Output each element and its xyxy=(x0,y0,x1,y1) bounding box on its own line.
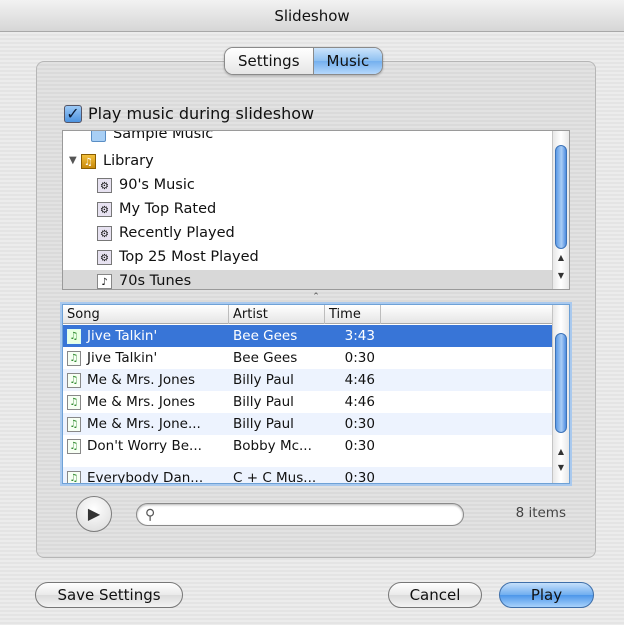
song-artist: Bobby Mc... xyxy=(233,438,312,454)
source-item-label: Top 25 Most Played xyxy=(119,249,259,265)
scroll-down-arrow-icon[interactable]: ▼ xyxy=(553,269,569,282)
playlist-icon: ♪ xyxy=(97,273,112,289)
song-table-scrollbar[interactable]: ▲ ▼ xyxy=(552,305,569,483)
song-icon: ♫ xyxy=(67,372,81,388)
song-artist: Bee Gees xyxy=(233,328,298,344)
music-source-list: Sample Music ▼ ♫ Library ⚙ 90's Music ⚙ … xyxy=(62,130,570,290)
song-table: Song Artist Time ♫ Jive Talkin' Bee Gees … xyxy=(62,304,570,484)
table-row[interactable]: ♫ Don't Worry Be... Bobby Mc... 0:30 xyxy=(63,435,553,457)
table-row[interactable]: ♫ Me & Mrs. Jone... Billy Paul 0:30 xyxy=(63,413,553,435)
song-icon: ♫ xyxy=(67,394,81,410)
window-title: Slideshow xyxy=(0,0,624,32)
song-time: 0:30 xyxy=(344,470,375,484)
scroll-up-arrow-icon[interactable]: ▲ xyxy=(553,445,569,458)
source-item-label: 70s Tunes xyxy=(119,273,192,289)
play-music-label: Play music during slideshow xyxy=(88,104,315,123)
song-title: Me & Mrs. Jone... xyxy=(87,416,201,432)
scroll-down-arrow-icon[interactable]: ▼ xyxy=(553,461,569,474)
smart-playlist-icon: ⚙ xyxy=(97,177,112,193)
play-music-checkbox[interactable]: ✓ xyxy=(64,104,82,123)
song-time: 0:30 xyxy=(344,350,375,366)
source-item-label: My Top Rated xyxy=(119,201,217,217)
scroll-thumb[interactable] xyxy=(555,333,567,433)
search-input[interactable] xyxy=(165,507,463,522)
song-icon: ♫ xyxy=(67,416,81,432)
song-title: Jive Talkin' xyxy=(87,328,158,344)
folder-icon xyxy=(91,131,106,142)
source-item-label: 90's Music xyxy=(119,177,195,193)
smart-playlist-icon: ⚙ xyxy=(97,249,112,265)
source-item-library[interactable]: ▼ ♫ Library xyxy=(69,150,553,172)
column-header-artist[interactable]: Artist xyxy=(229,305,325,324)
splitter-handle-icon[interactable]: ⌃ xyxy=(62,291,570,303)
scroll-thumb[interactable] xyxy=(555,145,567,249)
song-time: 0:30 xyxy=(344,416,375,432)
source-item-90s-music[interactable]: ⚙ 90's Music xyxy=(97,174,553,196)
column-header-time[interactable]: Time xyxy=(325,305,381,324)
tab-bar: Settings Music xyxy=(224,47,384,75)
cancel-button[interactable]: Cancel xyxy=(388,582,482,608)
source-item-label: Recently Played xyxy=(119,225,235,241)
smart-playlist-icon: ⚙ xyxy=(97,201,112,217)
play-button[interactable]: Play xyxy=(499,582,594,608)
song-artist: Bee Gees xyxy=(233,350,298,366)
table-row[interactable]: ♫ Me & Mrs. Jones Billy Paul 4:46 xyxy=(63,369,553,391)
source-list-scrollbar[interactable]: ▲ ▼ xyxy=(552,131,569,289)
song-time: 4:46 xyxy=(344,372,375,388)
song-artist: Billy Paul xyxy=(233,394,294,410)
song-icon: ♫ xyxy=(67,328,81,344)
source-item-label: Library xyxy=(103,153,154,169)
source-item-top-25-most-played[interactable]: ⚙ Top 25 Most Played xyxy=(97,246,553,268)
song-icon: ♫ xyxy=(67,350,81,366)
item-count: 8 items xyxy=(515,505,566,521)
scroll-up-arrow-icon[interactable]: ▲ xyxy=(553,251,569,264)
table-row[interactable]: ♫ Everybody Dan... C + C Mus... 0:30 xyxy=(63,467,553,484)
source-item-70s-tunes[interactable]: ♪ 70s Tunes xyxy=(63,270,553,289)
search-field[interactable]: ⚲ xyxy=(136,503,464,526)
song-title: Everybody Dan... xyxy=(87,470,204,484)
source-item-sample-music[interactable]: Sample Music xyxy=(91,130,553,145)
play-music-option[interactable]: ✓ Play music during slideshow xyxy=(64,104,314,123)
song-title: Jive Talkin' xyxy=(87,350,158,366)
save-settings-button[interactable]: Save Settings xyxy=(35,582,183,608)
table-row[interactable]: ♫ Me & Mrs. Jones Billy Paul 4:46 xyxy=(63,391,553,413)
source-item-label: Sample Music xyxy=(113,130,214,142)
song-title: Don't Worry Be... xyxy=(87,438,202,454)
table-row[interactable]: ♫ Jive Talkin' Bee Gees 3:43 xyxy=(63,325,553,347)
library-icon: ♫ xyxy=(81,153,96,169)
source-item-my-top-rated[interactable]: ⚙ My Top Rated xyxy=(97,198,553,220)
disclosure-triangle-icon[interactable]: ▼ xyxy=(69,150,79,172)
song-table-header: Song Artist Time xyxy=(63,305,553,324)
song-icon: ♫ xyxy=(67,470,81,483)
preview-play-button[interactable]: ▶ xyxy=(76,496,112,532)
play-icon: ▶ xyxy=(87,504,101,523)
column-header-empty xyxy=(381,305,553,324)
column-header-song[interactable]: Song xyxy=(63,305,229,324)
song-title: Me & Mrs. Jones xyxy=(87,394,196,410)
song-artist: Billy Paul xyxy=(233,372,294,388)
tab-music[interactable]: Music xyxy=(312,48,383,74)
table-row[interactable]: ♫ Jive Talkin' Bee Gees 0:30 xyxy=(63,347,553,369)
song-time: 4:46 xyxy=(344,394,375,410)
source-item-recently-played[interactable]: ⚙ Recently Played xyxy=(97,222,553,244)
song-artist: Billy Paul xyxy=(233,416,294,432)
tab-settings[interactable]: Settings xyxy=(225,48,313,74)
song-title: Me & Mrs. Jones xyxy=(87,372,196,388)
song-time: 0:30 xyxy=(344,438,375,454)
song-icon: ♫ xyxy=(67,438,81,454)
song-artist: C + C Mus... xyxy=(233,470,317,484)
search-icon: ⚲ xyxy=(145,506,156,523)
song-time: 3:43 xyxy=(344,328,375,344)
smart-playlist-icon: ⚙ xyxy=(97,225,112,241)
